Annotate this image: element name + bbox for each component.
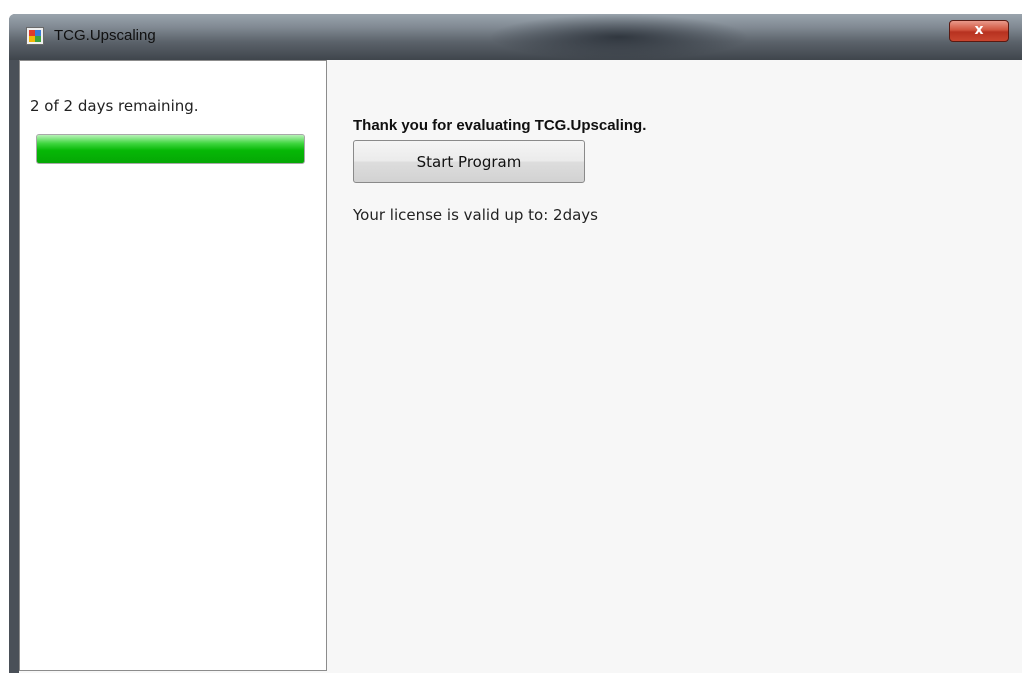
trial-progress-fill bbox=[37, 135, 304, 163]
thanks-message: Thank you for evaluating TCG.Upscaling. bbox=[353, 117, 647, 134]
close-icon: x bbox=[974, 22, 984, 38]
main-panel: Thank you for evaluating TCG.Upscaling. … bbox=[327, 60, 1022, 673]
trial-progress-bar bbox=[36, 134, 305, 164]
client-area: 2 of 2 days remaining. Thank you for eva… bbox=[19, 60, 1022, 673]
close-button[interactable]: x bbox=[949, 20, 1009, 42]
window-title: TCG.Upscaling bbox=[54, 27, 156, 44]
title-bar[interactable]: TCG.Upscaling x bbox=[9, 14, 1022, 60]
app-window: TCG.Upscaling x 2 of 2 days remaining. T… bbox=[9, 14, 1022, 673]
trial-panel: 2 of 2 days remaining. bbox=[19, 60, 327, 671]
app-icon bbox=[26, 27, 44, 45]
license-info: Your license is valid up to: 2days bbox=[353, 206, 598, 224]
days-remaining-label: 2 of 2 days remaining. bbox=[30, 97, 199, 115]
start-program-button[interactable]: Start Program bbox=[353, 140, 585, 183]
